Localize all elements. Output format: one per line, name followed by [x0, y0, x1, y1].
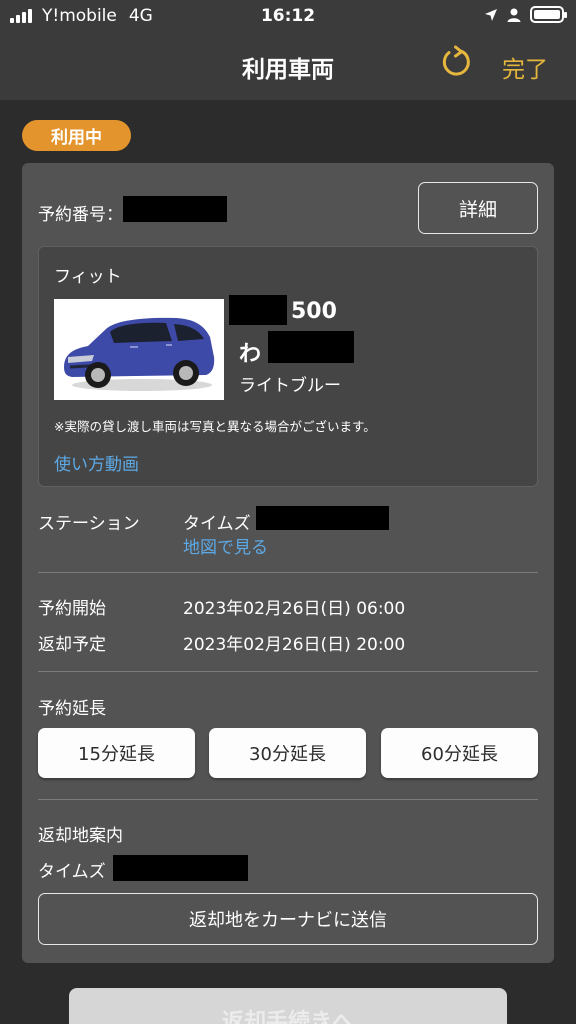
refresh-icon[interactable] — [438, 44, 474, 80]
page-title: 利用車両 — [242, 57, 334, 83]
car-card: フィット 500 わ ライトブルー ※実際の貸し渡し車両は写真と異なる場合がござ… — [38, 246, 538, 487]
vehicle-info-panel: 予約番号： 詳細 フィット 500 わ ライトブルー ※実際の貸し渡し車両は写真… — [22, 163, 554, 963]
station-name: タイムズ — [183, 514, 251, 534]
return-procedure-button[interactable]: 返却手続きへ — [69, 988, 507, 1024]
battery-icon — [530, 6, 567, 23]
return-label: 返却予定 — [38, 635, 106, 655]
station-label: ステーション — [38, 514, 140, 534]
detail-button[interactable]: 詳細 — [418, 182, 538, 234]
redacted-reservation-number — [123, 196, 227, 222]
status-badge: 利用中 — [22, 120, 131, 151]
return-place-name: タイムズ — [38, 862, 106, 882]
person-icon — [507, 8, 521, 22]
extend-15-button[interactable]: 15分延長 — [38, 728, 195, 778]
return-place-label: 返却地案内 — [38, 826, 123, 846]
extend-60-button[interactable]: 60分延長 — [381, 728, 538, 778]
redacted-station-name — [256, 506, 389, 530]
send-to-navi-button[interactable]: 返却地をカーナビに送信 — [38, 893, 538, 945]
redacted-plate-digits — [268, 331, 354, 363]
car-color: ライトブルー — [239, 376, 341, 396]
extend-30-button[interactable]: 30分延長 — [209, 728, 366, 778]
navigation-bar: 利用車両 完了 — [0, 32, 576, 100]
divider — [38, 671, 538, 672]
start-label: 予約開始 — [38, 599, 106, 619]
redacted-return-place — [113, 855, 248, 881]
usage-video-link[interactable]: 使い方動画 — [54, 450, 139, 475]
photo-disclaimer: ※実際の貸し渡し車両は写真と異なる場合がございます。 — [54, 419, 376, 434]
car-model: フィット — [54, 267, 122, 287]
car-photo-image — [64, 317, 215, 391]
plate-number: 500 — [291, 299, 337, 324]
car-photo — [54, 299, 224, 400]
divider — [38, 572, 538, 573]
plate-kana: わ — [239, 342, 262, 367]
redacted-plate-region — [229, 295, 287, 325]
return-value: 2023年02月26日(日) 20:00 — [183, 635, 406, 655]
divider — [38, 799, 538, 800]
reservation-number-label: 予約番号： — [38, 205, 123, 225]
status-bar: Y!mobile 4G 16:12 — [0, 0, 576, 32]
start-value: 2023年02月26日(日) 06:00 — [183, 599, 406, 619]
map-link[interactable]: 地図で見る — [183, 533, 268, 558]
location-arrow-icon — [485, 8, 497, 21]
done-button[interactable]: 完了 — [502, 50, 548, 84]
status-bar-right — [484, 6, 567, 23]
extension-label: 予約延長 — [38, 699, 106, 719]
